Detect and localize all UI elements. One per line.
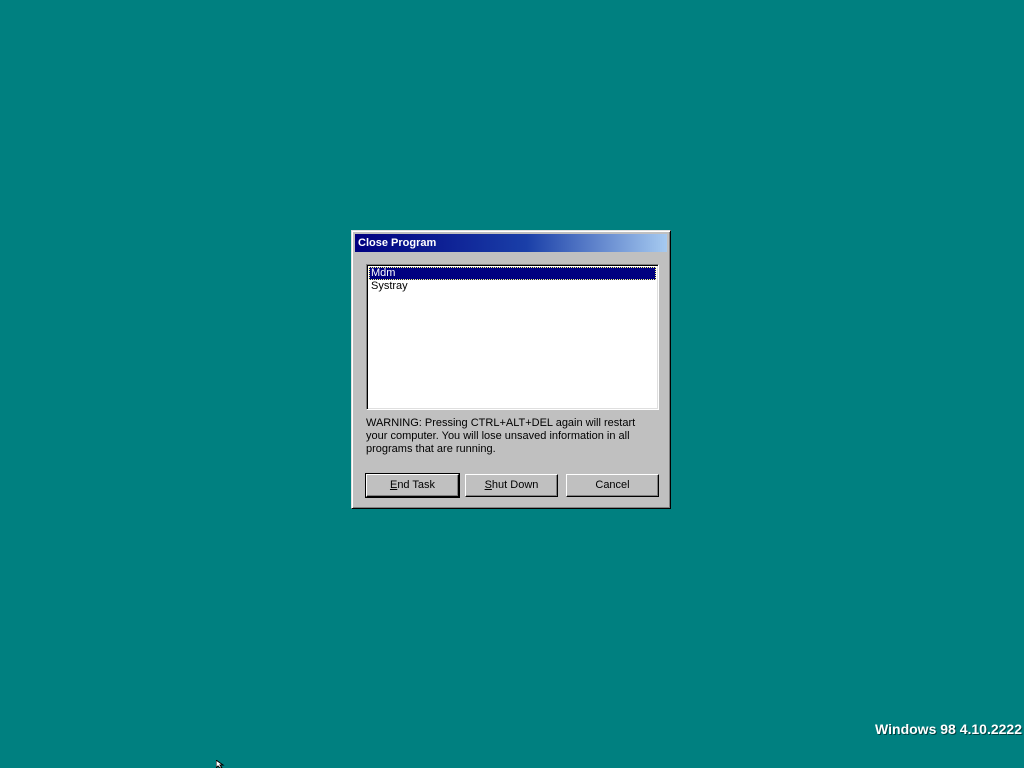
program-list[interactable]: Mdm Systray — [366, 264, 659, 410]
warning-text: WARNING: Pressing CTRL+ALT+DEL again wil… — [366, 417, 636, 455]
cancel-button[interactable]: Cancel — [566, 474, 659, 497]
end-task-button[interactable]: End Task — [365, 473, 460, 498]
list-item-label: Systray — [371, 280, 408, 292]
dialog-title: Close Program — [358, 237, 437, 249]
shut-down-button-label: Shut Down — [484, 479, 539, 491]
end-task-button-label: End Task — [389, 479, 436, 491]
list-item[interactable]: Systray — [369, 280, 656, 293]
windows-version-text: Windows 98 4.10.2222 — [875, 721, 1022, 737]
list-item[interactable]: Mdm — [369, 267, 656, 280]
list-item-label: Mdm — [371, 267, 396, 279]
close-program-dialog: Close Program Mdm Systray WARNING: Press… — [351, 230, 671, 509]
cancel-button-label: Cancel — [595, 479, 630, 491]
dialog-titlebar[interactable]: Close Program — [355, 234, 667, 252]
shut-down-button[interactable]: Shut Down — [465, 474, 558, 497]
